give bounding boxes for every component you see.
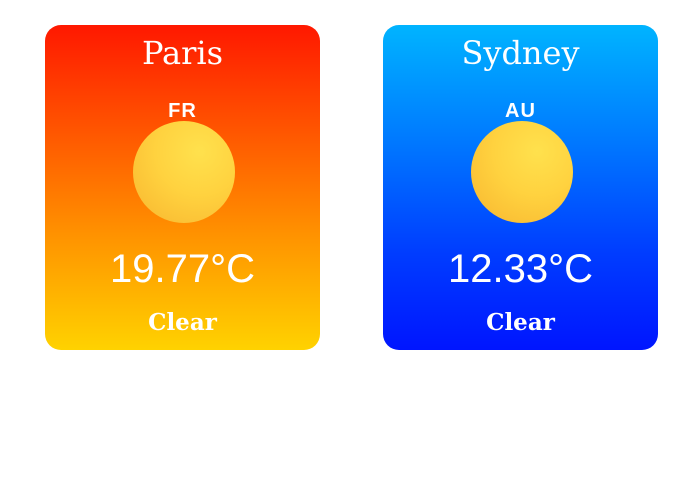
weather-card-paris[interactable]: Paris FR 19.77°C Clear: [45, 25, 320, 350]
city-name: Paris: [141, 34, 224, 72]
weather-condition: Clear: [148, 309, 217, 336]
temperature: 12.33°C: [448, 247, 593, 291]
weather-card-sydney[interactable]: Sydney AU 12.33°C Clear: [383, 25, 658, 350]
country-code: FR: [168, 100, 197, 122]
country-code: AU: [505, 100, 536, 122]
sun-icon: [133, 121, 235, 223]
temperature: 19.77°C: [110, 247, 255, 291]
sun-icon: [471, 121, 573, 223]
city-name: Sydney: [461, 34, 580, 72]
weather-condition: Clear: [486, 309, 555, 336]
